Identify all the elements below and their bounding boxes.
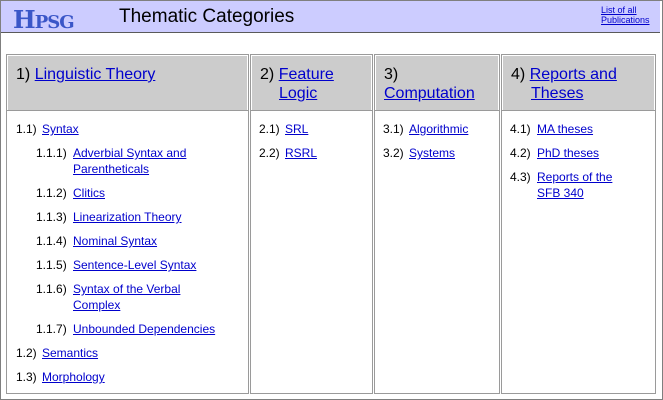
heading-number: 4) [511, 66, 526, 83]
all-publications-link-line1[interactable]: List of all [601, 5, 657, 15]
item-link-systems[interactable]: Systems [409, 145, 499, 161]
item-number: 4.2) [510, 146, 531, 160]
column-header: 2) Feature Logic [251, 55, 372, 111]
item-number: 2.2) [259, 146, 280, 160]
item-number: 1.1.4) [36, 234, 67, 248]
logo-rest: PSG [34, 12, 75, 33]
header-bar: HPSG Thematic Categories List of all Pub… [1, 1, 660, 34]
item-link-clitics[interactable]: Clitics [73, 185, 223, 201]
item-link-linearization-theory[interactable]: Linearization Theory [73, 209, 233, 225]
item-link-verbal-complex[interactable]: Syntax of the Verbal Complex [73, 281, 213, 313]
column-heading: 2) Feature Logic [260, 65, 365, 103]
item-number: 2.1) [259, 122, 280, 136]
item-number: 4.1) [510, 122, 531, 136]
item-number: 1.3) [16, 370, 37, 384]
item-link-morphology[interactable]: Morphology [42, 369, 242, 385]
item-link-syntax[interactable]: Syntax [42, 121, 242, 137]
heading-link-feature-logic[interactable]: Feature Logic [279, 66, 334, 102]
item-number: 1.1.6) [36, 282, 67, 296]
column-body: 3.1) Algorithmic 3.2) Systems [375, 111, 499, 393]
column-body: 4.1) MA theses 4.2) PhD theses 4.3) Reports… [502, 111, 655, 393]
column-header: 3) Computation [375, 55, 499, 111]
column-body: 2.1) SRL 2.2) RSRL [251, 111, 372, 393]
item-number: 1.1.3) [36, 210, 67, 224]
item-link-ma-theses[interactable]: MA theses [537, 121, 637, 137]
heading-link-linguistic-theory[interactable]: Linguistic Theory [35, 66, 156, 83]
item-number: 1.1) [16, 122, 37, 136]
item-number: 4.3) [510, 170, 531, 184]
column-heading: 1) Linguistic Theory [16, 65, 241, 84]
column-heading: 4) Reports and Theses [511, 65, 648, 103]
item-link-nominal-syntax[interactable]: Nominal Syntax [73, 233, 233, 249]
item-link-phd-theses[interactable]: PhD theses [537, 145, 637, 161]
heading-link-computation[interactable]: Computation [384, 85, 475, 102]
heading-number: 1) [16, 66, 31, 83]
column-body: 1.1) Syntax 1.1.1) Adverbial Syntax and Pa… [7, 111, 248, 393]
column-heading: 3) Computation [384, 65, 492, 103]
logo-initial: H [13, 5, 36, 34]
item-number: 1.1.1) [36, 146, 67, 160]
all-publications-link[interactable]: List of all Publications [601, 5, 657, 25]
item-number: 1.1.7) [36, 322, 67, 336]
item-link-rsrl[interactable]: RSRL [285, 145, 365, 161]
item-number: 3.2) [383, 146, 404, 160]
page-title: Thematic Categories [119, 6, 295, 27]
heading-number: 2) [260, 66, 275, 83]
item-link-adverbial-syntax[interactable]: Adverbial Syntax and Parentheticals [73, 145, 223, 177]
column-header: 1) Linguistic Theory [7, 55, 248, 111]
item-number: 3.1) [383, 122, 404, 136]
item-link-reports-sfb-340[interactable]: Reports of the SFB 340 [537, 169, 621, 201]
column-header: 4) Reports and Theses [502, 55, 655, 111]
item-link-semantics[interactable]: Semantics [42, 345, 242, 361]
hpsg-logo[interactable]: HPSG [13, 5, 75, 34]
item-number: 1.2) [16, 346, 37, 360]
item-number: 1.1.5) [36, 258, 67, 272]
all-publications-link-line2[interactable]: Publications [601, 15, 657, 25]
heading-link-reports-and-theses[interactable]: Reports and Theses [530, 66, 617, 102]
item-link-srl[interactable]: SRL [285, 121, 365, 137]
item-number: 1.1.2) [36, 186, 67, 200]
item-link-algorithmic[interactable]: Algorithmic [409, 121, 499, 137]
item-link-unbounded-dependencies[interactable]: Unbounded Dependencies [73, 321, 243, 337]
item-link-sentence-level-syntax[interactable]: Sentence-Level Syntax [73, 257, 243, 273]
heading-number: 3) [384, 66, 399, 83]
